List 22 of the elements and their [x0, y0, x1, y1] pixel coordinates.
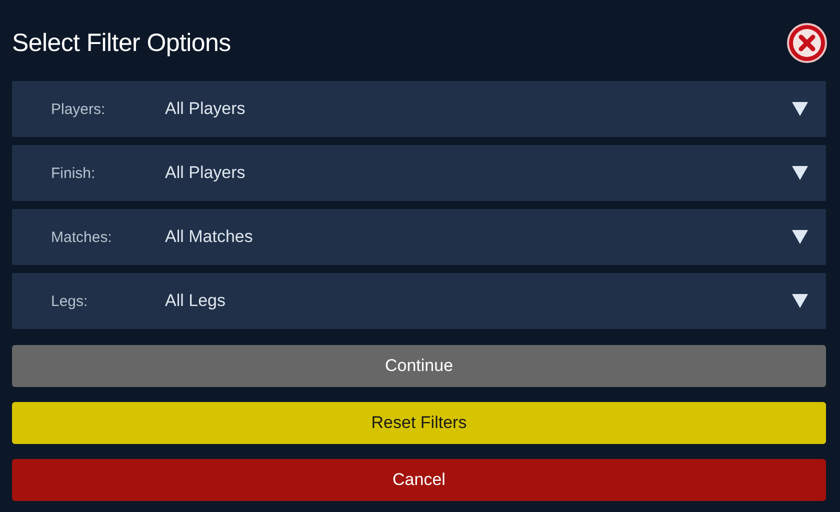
filter-value: All Players [165, 163, 246, 183]
filter-dropdown[interactable]: Matches: All Matches [12, 209, 826, 265]
filter-dropdown[interactable]: Legs: All Legs [12, 273, 826, 329]
filter-label: Matches: [51, 228, 113, 246]
filter-label: Players: [51, 100, 106, 118]
filter-value: All Legs [165, 291, 226, 311]
filter-label: Finish: [51, 164, 96, 182]
filter-value: All Matches [165, 227, 254, 247]
dropdown-arrow-icon [792, 230, 808, 244]
close-button[interactable] [786, 22, 828, 64]
action-button[interactable]: Continue [12, 345, 826, 387]
filter-dropdown[interactable]: Finish: All Players [12, 145, 826, 201]
action-button[interactable]: Cancel [12, 459, 826, 501]
action-button[interactable]: Reset Filters [12, 402, 826, 444]
dropdown-arrow-icon [792, 102, 808, 116]
filter-dropdown[interactable]: Players: All Players [12, 81, 826, 137]
filter-label: Legs: [51, 292, 89, 310]
filter-value: All Players [165, 99, 246, 119]
close-icon [786, 22, 828, 64]
dropdown-arrow-icon [792, 294, 808, 308]
dropdown-arrow-icon [792, 166, 808, 180]
dialog-title: Select Filter Options [12, 28, 231, 58]
